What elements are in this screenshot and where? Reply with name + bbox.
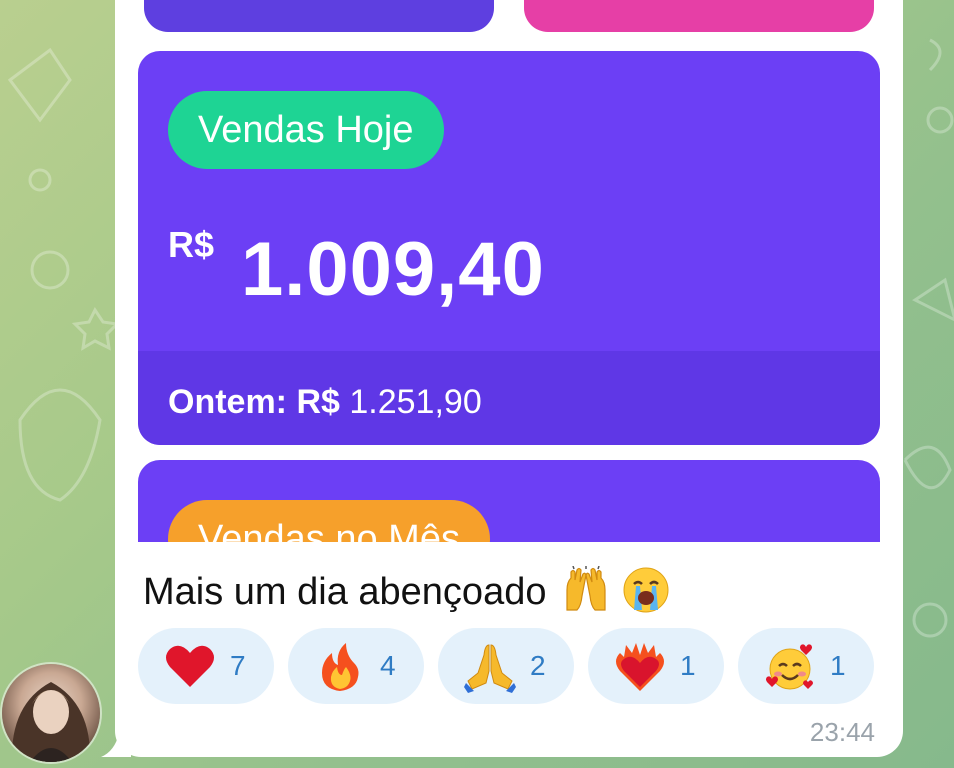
folded-hands-icon	[464, 644, 516, 693]
screenshot-image[interactable]: Vendas Hoje R$ 1.009,40 Ontem: R$ 1.251,…	[115, 0, 903, 542]
sender-avatar[interactable]	[2, 664, 100, 762]
sales-today-amount: 1.009,40	[241, 227, 545, 312]
message-bubble[interactable]: Vendas Hoje R$ 1.009,40 Ontem: R$ 1.251,…	[101, 0, 903, 757]
reaction-count: 2	[530, 650, 546, 681]
reaction-red-heart[interactable]: 7	[138, 628, 274, 704]
reaction-fire[interactable]: 4	[288, 628, 424, 704]
sales-today-card: Vendas Hoje R$ 1.009,40 Ontem: R$ 1.251,…	[138, 51, 880, 445]
message-text: Mais um dia abençoado	[143, 571, 547, 613]
currency-symbol: R$	[168, 224, 215, 265]
message-time: 23:44	[809, 717, 875, 747]
card-edge-purple	[144, 0, 494, 32]
sales-month-badge: Vendas no Mês	[168, 500, 490, 542]
raising-hands-icon	[566, 565, 606, 611]
avatar-portrait	[11, 682, 91, 762]
reaction-count: 7	[230, 650, 246, 681]
bubble-tail	[101, 727, 131, 757]
yesterday-value: 1.251,90	[349, 383, 482, 421]
card-edge-pink	[524, 0, 874, 32]
reaction-count: 1	[680, 650, 696, 681]
sales-today-badge: Vendas Hoje	[168, 91, 444, 169]
loudly-crying-face-icon	[623, 567, 669, 613]
smiling-face-with-hearts-icon	[766, 644, 813, 690]
yesterday-label: Ontem: R$	[168, 383, 340, 421]
fire-icon	[322, 643, 359, 691]
sales-month-card: Vendas no Mês	[138, 460, 880, 542]
reaction-heart-on-fire[interactable]: 1	[588, 628, 724, 704]
heart-on-fire-icon	[616, 643, 664, 691]
red-heart-icon	[166, 645, 214, 687]
yesterday-sales: Ontem: R$ 1.251,90	[168, 383, 482, 422]
reaction-count: 4	[380, 650, 396, 681]
reaction-count: 1	[830, 650, 846, 681]
message-caption: Mais um dia abençoado	[143, 565, 670, 614]
card-footer: Ontem: R$ 1.251,90	[138, 351, 880, 445]
reaction-folded-hands[interactable]: 2	[438, 628, 574, 704]
reaction-smiling-face-with-hearts[interactable]: 1	[738, 628, 874, 704]
